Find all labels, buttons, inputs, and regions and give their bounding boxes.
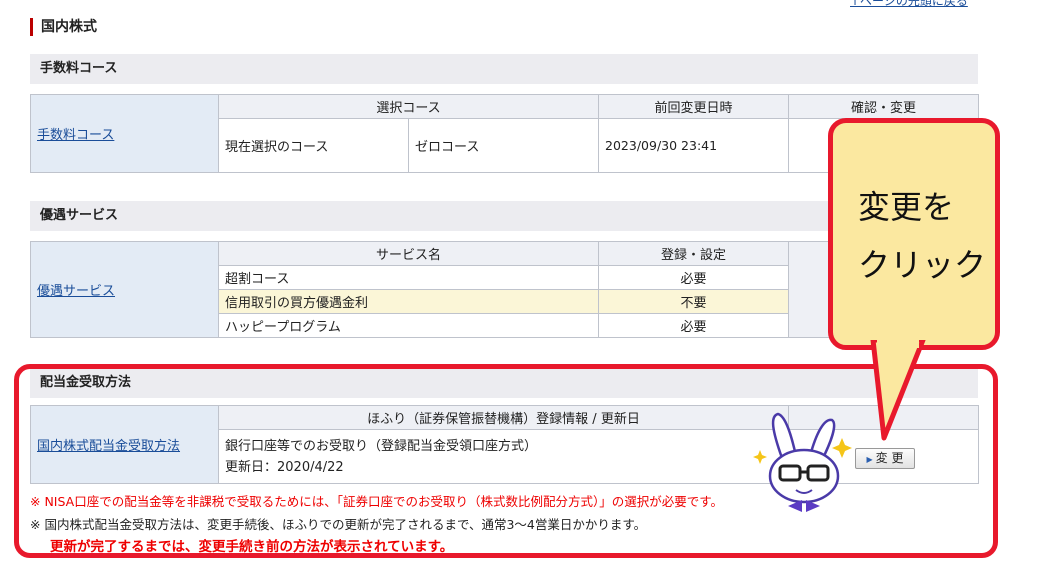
service-name: 超割コース — [218, 265, 599, 290]
service-status: 必要 — [598, 313, 789, 338]
callout-line2: クリック — [858, 246, 987, 284]
service-status: 必要 — [598, 265, 789, 290]
instruction-callout — [828, 118, 1000, 350]
change-button[interactable]: ▶ 変 更 — [855, 448, 915, 469]
col-header-last-change: 前回変更日時 — [598, 94, 790, 119]
callout-line1: 変更を — [858, 188, 955, 226]
benefit-service-link[interactable]: 優遇サービス — [37, 284, 115, 299]
fee-side-cell: 手数料コース — [30, 94, 219, 173]
back-to-top-link[interactable]: ↑ページの先頭に戻る — [850, 0, 968, 9]
callout-pointer — [870, 340, 926, 441]
page-title: 国内株式 — [30, 18, 97, 36]
service-name: ハッピープログラム — [218, 313, 599, 338]
last-change-date: 2023/09/30 23:41 — [598, 118, 790, 173]
col-header-registration: 登録・設定 — [598, 241, 789, 266]
fee-course-link[interactable]: 手数料コース — [37, 128, 114, 143]
current-course-value: ゼロコース — [407, 118, 600, 173]
service-status: 不要 — [598, 289, 789, 314]
col-header-service-name: サービス名 — [218, 241, 599, 266]
change-button-label: 変 更 — [875, 451, 904, 465]
benefit-side-cell: 優遇サービス — [30, 241, 219, 338]
col-header-course: 選択コース — [217, 94, 600, 119]
fee-section-heading: 手数料コース — [30, 54, 978, 84]
play-triangle-icon: ▶ — [866, 455, 873, 464]
current-course-label: 現在選択のコース — [218, 118, 409, 173]
col-header-confirm: 確認・変更 — [788, 94, 980, 119]
service-name: 信用取引の買方優遇金利 — [218, 289, 599, 314]
rabbit-mascot-icon — [753, 412, 852, 512]
